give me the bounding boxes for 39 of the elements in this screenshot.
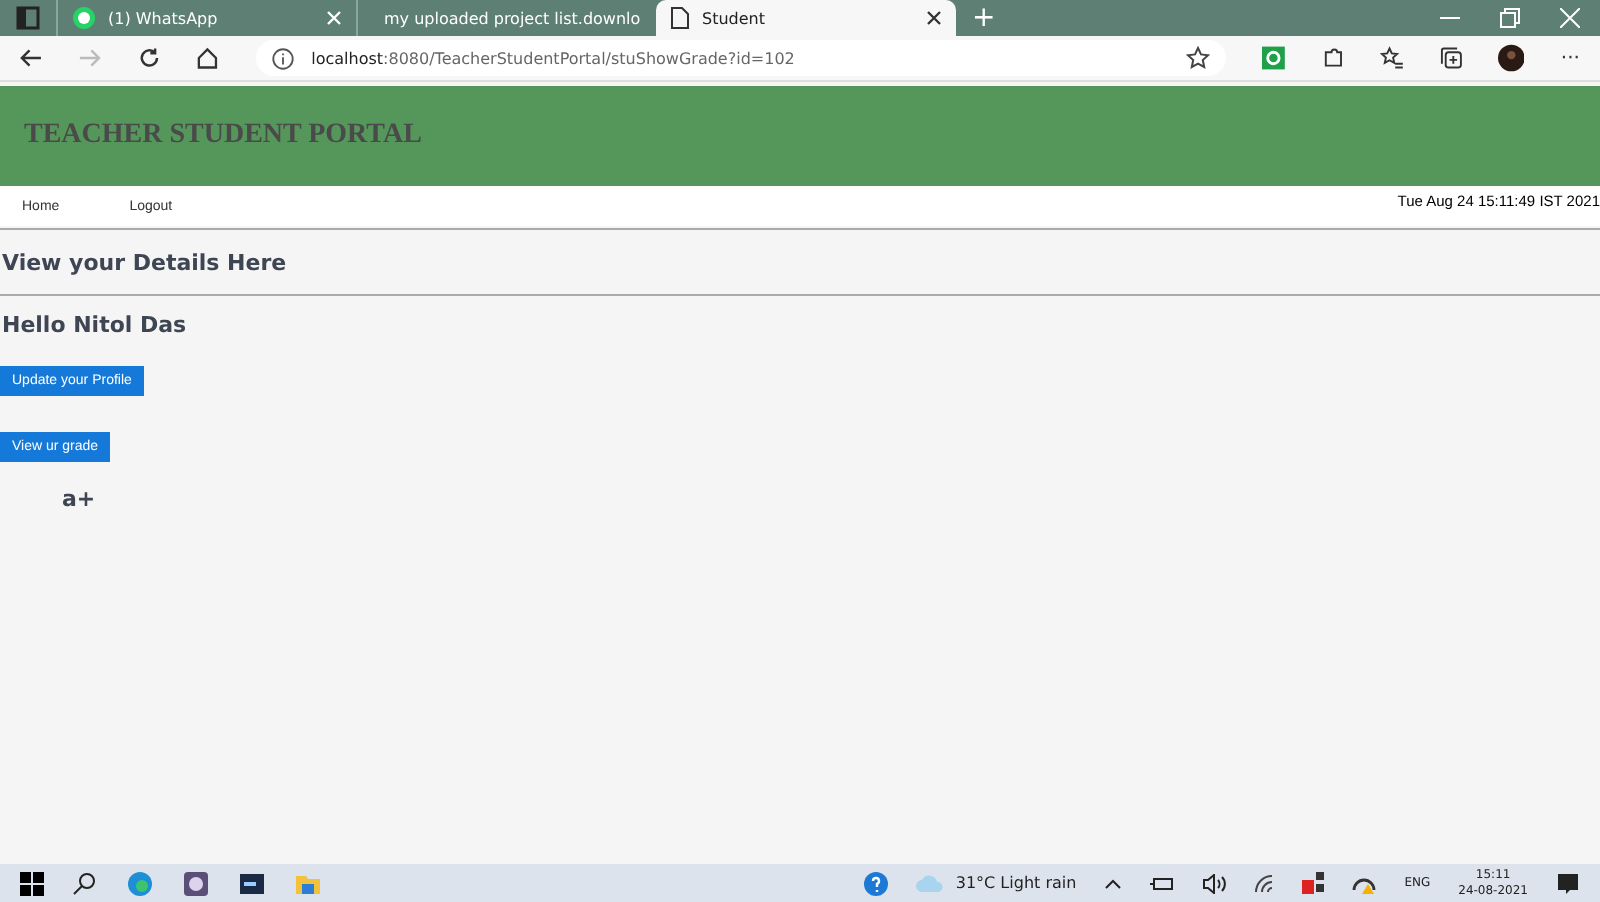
reload-icon[interactable] [137, 46, 161, 70]
avatar-icon[interactable] [1498, 44, 1525, 72]
browser-icon[interactable] [128, 871, 152, 895]
chat-icon [72, 6, 96, 30]
more-menu-button[interactable]: ··· [1560, 47, 1580, 69]
browser-tab[interactable]: Student [656, 0, 956, 36]
home-icon[interactable] [196, 46, 220, 70]
notification-icon[interactable] [1556, 871, 1580, 895]
close-icon[interactable] [926, 10, 942, 26]
app-tray-icon[interactable] [1302, 872, 1325, 894]
grade-value: a+ [62, 486, 96, 512]
section-heading: View your Details Here [2, 250, 287, 276]
collections-icon[interactable] [1439, 46, 1463, 70]
info-icon [271, 47, 294, 69]
back-icon[interactable] [20, 46, 43, 70]
favorite-icon[interactable] [1186, 46, 1211, 70]
tab-title: Student [702, 9, 767, 27]
search-icon[interactable] [72, 871, 96, 895]
folder-icon[interactable] [296, 871, 320, 895]
speaker-icon[interactable] [1202, 873, 1227, 893]
battery-icon[interactable] [1150, 875, 1175, 891]
page-icon [670, 6, 690, 30]
tab-title: my uploaded project list.downlo [384, 9, 641, 27]
address-bar[interactable]: localhost:8080/TeacherStudentPortal/stuShowGrade?id=102 [255, 40, 1227, 76]
help-icon[interactable] [863, 871, 888, 895]
tab-title: (1) WhatsApp [108, 9, 220, 27]
terminal-icon[interactable] [240, 871, 264, 895]
weather-text[interactable]: 31°C Light rain [955, 874, 1077, 892]
chevron-up-icon[interactable] [1104, 877, 1123, 889]
greeting: Hello Nitol Das [2, 312, 187, 338]
favorites-icon[interactable] [1380, 46, 1404, 70]
camera-icon[interactable] [184, 871, 208, 895]
extension-icon[interactable] [1262, 46, 1286, 70]
start-icon[interactable] [20, 871, 44, 895]
site-title: TEACHER STUDENT PORTAL [24, 120, 422, 152]
new-tab-button[interactable]: + [972, 2, 996, 34]
tab-actions-icon[interactable] [16, 6, 40, 30]
wifi-icon[interactable] [1254, 873, 1275, 893]
restore-icon[interactable] [1500, 8, 1520, 28]
